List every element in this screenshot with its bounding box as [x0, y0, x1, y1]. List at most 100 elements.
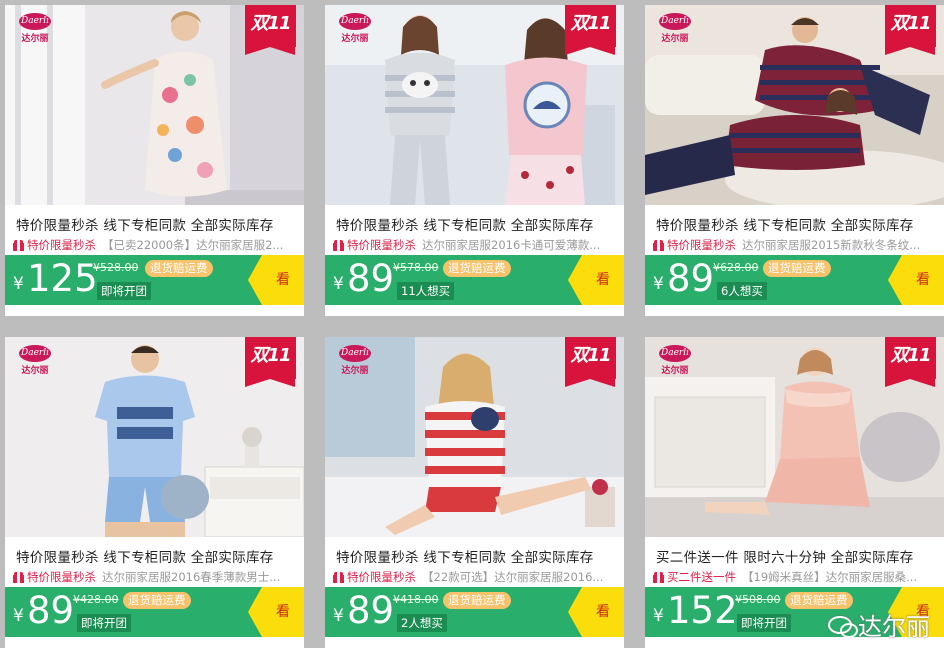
- original-price: ¥428.00: [73, 593, 119, 606]
- product-card[interactable]: Daerli 达尔丽 双11 特价限量秒杀 线下专柜同款 全部实际库存 特价限量…: [645, 5, 944, 316]
- sale-price: 89: [667, 257, 715, 300]
- product-title[interactable]: 【22款可选】达尔丽家居服2016...: [422, 569, 603, 585]
- promo-line: 特价限量秒杀 达尔丽家居服2016卡通可爱薄款...: [325, 231, 624, 255]
- currency-symbol: ¥: [653, 606, 664, 626]
- brand-name: 达尔丽: [341, 34, 369, 44]
- brand-logo: Daerli 达尔丽: [654, 345, 696, 376]
- brand-name: 达尔丽: [21, 34, 49, 44]
- original-price: ¥578.00: [393, 261, 439, 274]
- price-bar: ¥ 89 ¥428.00 退货赔运费 即将开团 看: [5, 587, 304, 637]
- product-image[interactable]: Daerli 达尔丽 双11: [5, 5, 304, 205]
- view-button[interactable]: 看: [248, 255, 304, 305]
- brand-logo-mark: Daerli: [339, 13, 371, 30]
- brand-logo-mark: Daerli: [19, 13, 51, 30]
- promo-line: 特价限量秒杀 达尔丽家居服2016春季薄款男士...: [5, 563, 304, 587]
- double-11-badge: 双11: [885, 337, 936, 387]
- view-button[interactable]: 看: [568, 255, 624, 305]
- brand-logo-mark: Daerli: [19, 345, 51, 362]
- promo-tag: 特价限量秒杀: [27, 570, 96, 584]
- gift-icon: [333, 239, 344, 251]
- promo-line: 特价限量秒杀 达尔丽家居服2015新款秋冬条纹...: [645, 231, 944, 255]
- watermark-text: 达尔丽: [858, 613, 930, 641]
- selling-points: 特价限量秒杀 线下专柜同款 全部实际库存: [656, 218, 914, 234]
- deal-status: 11人想买: [397, 282, 455, 300]
- sale-price: 89: [347, 257, 395, 300]
- double-11-badge: 双11: [565, 337, 616, 387]
- original-price: ¥628.00: [713, 261, 759, 274]
- product-image[interactable]: Daerli 达尔丽 双11: [645, 337, 944, 537]
- original-price: ¥528.00: [93, 261, 139, 274]
- brand-name: 达尔丽: [661, 34, 689, 44]
- view-button[interactable]: 看: [248, 587, 304, 637]
- promo-tag: 特价限量秒杀: [27, 238, 96, 252]
- brand-logo: Daerli 达尔丽: [334, 345, 376, 376]
- price-bar: ¥ 89 ¥578.00 退货赔运费 11人想买 看: [325, 255, 624, 305]
- selling-points: 特价限量秒杀 线下专柜同款 全部实际库存: [336, 550, 594, 566]
- promo-tag: 特价限量秒杀: [347, 570, 416, 584]
- promo-tag: 特价限量秒杀: [347, 238, 416, 252]
- product-title[interactable]: 【已卖22000条】达尔丽家居服2...: [102, 237, 283, 253]
- refund-badge: 退货赔运费: [123, 592, 191, 609]
- currency-symbol: ¥: [653, 274, 664, 294]
- refund-badge: 退货赔运费: [443, 592, 511, 609]
- refund-badge: 退货赔运费: [145, 260, 213, 277]
- gift-icon: [333, 571, 344, 583]
- selling-points: 特价限量秒杀 线下专柜同款 全部实际库存: [16, 218, 274, 234]
- product-image[interactable]: Daerli 达尔丽 双11: [645, 5, 944, 205]
- product-card[interactable]: Daerli 达尔丽 双11 特价限量秒杀 线下专柜同款 全部实际库存 特价限量…: [5, 337, 304, 648]
- brand-logo: Daerli 达尔丽: [14, 13, 56, 44]
- sale-price: 89: [27, 589, 75, 632]
- currency-symbol: ¥: [333, 606, 344, 626]
- product-image[interactable]: Daerli 达尔丽 双11: [325, 337, 624, 537]
- product-card[interactable]: Daerli 达尔丽 双11 买二件送一件 限时六十分钟 全部实际库存 买二件送…: [645, 337, 944, 648]
- sale-price: 89: [347, 589, 395, 632]
- gift-icon: [13, 571, 24, 583]
- price-bar: ¥ 89 ¥628.00 退货赔运费 6人想买 看: [645, 255, 944, 305]
- product-title[interactable]: 【19姆米真丝】达尔丽家居服桑...: [742, 569, 917, 585]
- promo-tag: 特价限量秒杀: [667, 238, 736, 252]
- sale-price: 125: [27, 257, 98, 300]
- deal-status: 即将开团: [737, 614, 791, 632]
- price-bar: ¥ 125 ¥528.00 退货赔运费 即将开团 看: [5, 255, 304, 305]
- original-price: ¥508.00: [735, 593, 781, 606]
- product-title[interactable]: 达尔丽家居服2016卡通可爱薄款...: [422, 237, 600, 253]
- brand-logo: Daerli 达尔丽: [654, 13, 696, 44]
- deal-status: 即将开团: [97, 282, 151, 300]
- gift-icon: [653, 571, 664, 583]
- currency-symbol: ¥: [13, 606, 24, 626]
- gift-icon: [653, 239, 664, 251]
- price-bar: ¥ 89 ¥418.00 退货赔运费 2人想买 看: [325, 587, 624, 637]
- selling-points: 特价限量秒杀 线下专柜同款 全部实际库存: [336, 218, 594, 234]
- product-image[interactable]: Daerli 达尔丽 双11: [5, 337, 304, 537]
- selling-points: 特价限量秒杀 线下专柜同款 全部实际库存: [16, 550, 274, 566]
- double-11-badge: 双11: [245, 5, 296, 55]
- refund-badge: 退货赔运费: [763, 260, 831, 277]
- product-card[interactable]: Daerli 达尔丽 双11 特价限量秒杀 线下专柜同款 全部实际库存 特价限量…: [5, 5, 304, 316]
- brand-name: 达尔丽: [341, 366, 369, 376]
- brand-logo: Daerli 达尔丽: [14, 345, 56, 376]
- brand-name: 达尔丽: [21, 366, 49, 376]
- product-title[interactable]: 达尔丽家居服2015新款秋冬条纹...: [742, 237, 920, 253]
- double-11-badge: 双11: [885, 5, 936, 55]
- product-grid: Daerli 达尔丽 双11 特价限量秒杀 线下专柜同款 全部实际库存 特价限量…: [0, 0, 944, 648]
- view-button[interactable]: 看: [888, 255, 944, 305]
- currency-symbol: ¥: [13, 274, 24, 294]
- currency-symbol: ¥: [333, 274, 344, 294]
- promo-tag: 买二件送一件: [667, 570, 736, 584]
- brand-logo-mark: Daerli: [659, 13, 691, 30]
- original-price: ¥418.00: [393, 593, 439, 606]
- wechat-watermark: 达尔丽: [828, 607, 930, 642]
- view-button[interactable]: 看: [568, 587, 624, 637]
- product-card[interactable]: Daerli 达尔丽 双11 特价限量秒杀 线下专柜同款 全部实际库存 特价限量…: [325, 337, 624, 648]
- deal-status: 2人想买: [397, 614, 447, 632]
- promo-line: 特价限量秒杀 【22款可选】达尔丽家居服2016...: [325, 563, 624, 587]
- brand-logo-mark: Daerli: [339, 345, 371, 362]
- sale-price: 152: [667, 589, 738, 632]
- refund-badge: 退货赔运费: [443, 260, 511, 277]
- product-card[interactable]: Daerli 达尔丽 双11 特价限量秒杀 线下专柜同款 全部实际库存 特价限量…: [325, 5, 624, 316]
- brand-logo-mark: Daerli: [659, 345, 691, 362]
- brand-logo: Daerli 达尔丽: [334, 13, 376, 44]
- gift-icon: [13, 239, 24, 251]
- product-title[interactable]: 达尔丽家居服2016春季薄款男士...: [102, 569, 280, 585]
- product-image[interactable]: Daerli 达尔丽 双11: [325, 5, 624, 205]
